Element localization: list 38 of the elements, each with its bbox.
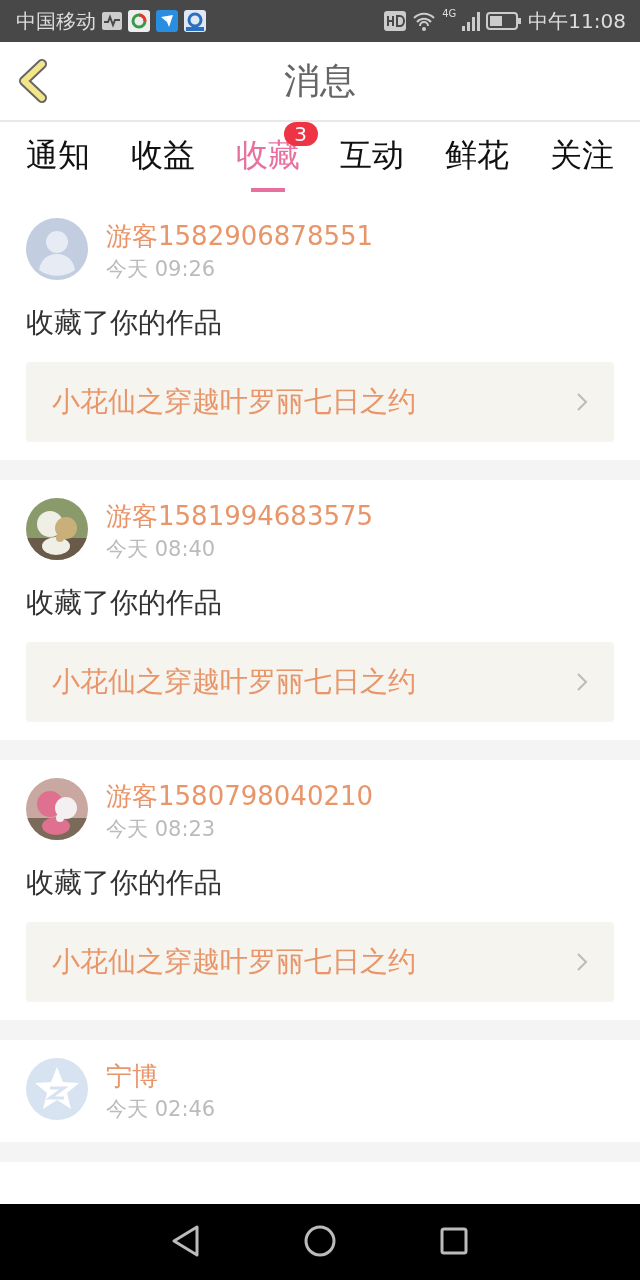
app-icon [156,10,178,32]
message-time: 今天 02:46 [106,1096,216,1123]
tab[interactable]: 关注 [536,134,628,194]
signal-icon [462,11,481,31]
tab[interactable]: 收益 [116,134,209,194]
tab[interactable]: 通知 [12,134,104,194]
network-label: 4G [442,8,457,19]
app-icon [184,10,206,32]
tab-indicator [250,188,285,192]
chevron-right-icon [576,392,588,412]
message-time: 今天 08:40 [106,536,217,563]
work-link[interactable]: 小花仙之穿越叶罗丽七日之约 [26,362,614,442]
user-name[interactable]: 宁博 [106,1058,216,1094]
battery-icon [486,12,523,30]
message-text: 收藏了你的作品 [26,585,223,621]
user-name[interactable]: 游客1582906878551 [106,218,374,254]
message-time: 今天 08:23 [106,816,217,843]
chevron-right-icon [576,952,588,972]
work-link[interactable]: 小花仙之穿越叶罗丽七日之约 [26,642,614,722]
recents-button[interactable] [440,1226,468,1258]
message-text: 收藏了你的作品 [26,865,223,901]
wifi-icon [412,11,437,31]
avatar-icon [26,218,88,280]
work-link[interactable]: 小花仙之穿越叶罗丽七日之约 [26,922,614,1002]
app-icon [128,10,150,32]
carrier-name: 中国移动 [16,7,96,35]
user-name[interactable]: 游客1581994683575 [106,498,374,534]
page-title: 消息 [284,58,356,103]
activity-icon [102,12,122,30]
avatar-icon [26,1058,88,1120]
clock: 中午11:08 [528,7,626,35]
hd-icon [384,11,407,31]
tab[interactable]: 鲜花 [431,134,524,194]
user-name[interactable]: 游客1580798040210 [106,778,374,814]
tab[interactable]: 互动 [326,134,419,194]
message-time: 今天 09:26 [106,256,217,283]
message-text: 收藏了你的作品 [26,305,223,341]
chevron-right-icon [576,672,588,692]
